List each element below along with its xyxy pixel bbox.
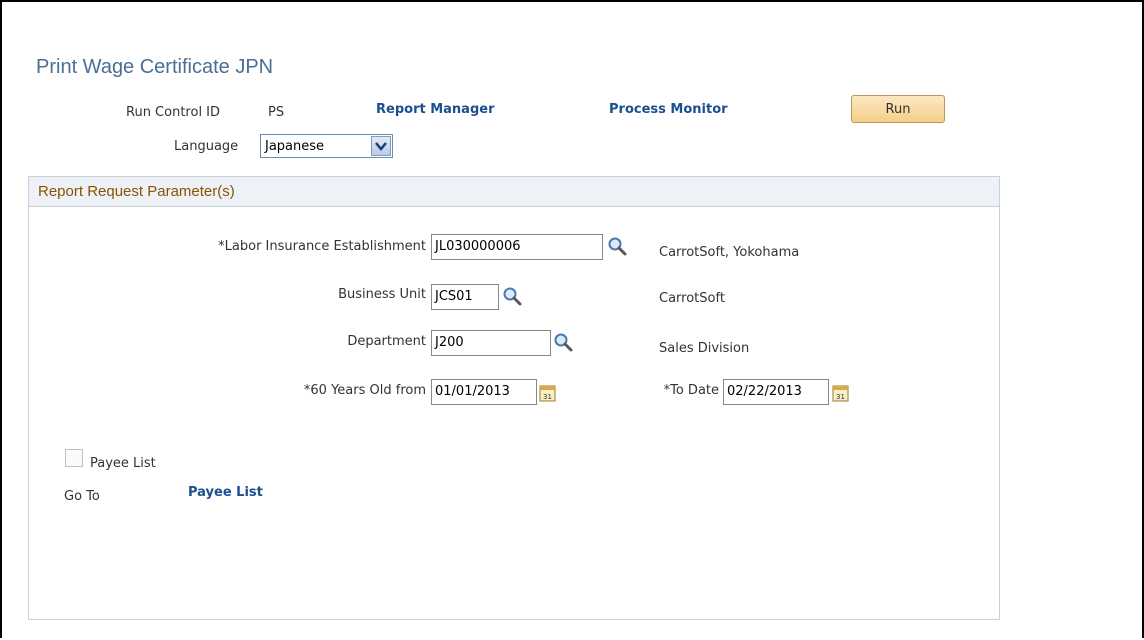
language-label: Language <box>174 139 239 154</box>
language-select[interactable]: Japanese <box>260 134 393 158</box>
payee-list-link[interactable]: Payee List <box>188 485 263 500</box>
to-date-input[interactable]: 02/22/2013 <box>723 379 829 405</box>
labor-insurance-label: *Labor Insurance Establishment <box>218 239 426 254</box>
run-control-value: PS <box>268 105 285 120</box>
go-to-label: Go To <box>64 489 100 504</box>
magnifier-icon[interactable] <box>607 236 629 258</box>
from-date-input[interactable]: 01/01/2013 <box>431 379 537 405</box>
magnifier-icon[interactable] <box>553 332 575 354</box>
payee-list-checkbox-label: Payee List <box>90 456 156 471</box>
business-unit-description: CarrotSoft <box>659 291 725 306</box>
svg-text:31: 31 <box>836 393 845 401</box>
panel-title: Report Request Parameter(s) <box>38 183 235 200</box>
language-select-value: Japanese <box>265 138 325 154</box>
run-button[interactable]: Run <box>851 95 945 123</box>
department-input[interactable]: J200 <box>431 330 551 356</box>
payee-list-checkbox[interactable] <box>65 449 83 467</box>
calendar-icon[interactable]: 31 <box>539 383 557 403</box>
svg-text:31: 31 <box>543 393 552 401</box>
process-monitor-link[interactable]: Process Monitor <box>609 102 728 117</box>
department-description: Sales Division <box>659 341 750 356</box>
labor-insurance-description: CarrotSoft, Yokohama <box>659 245 800 260</box>
labor-insurance-input[interactable]: JL030000006 <box>431 234 603 260</box>
calendar-icon[interactable]: 31 <box>832 383 850 403</box>
report-manager-link[interactable]: Report Manager <box>376 102 495 117</box>
chevron-down-icon[interactable] <box>371 136 391 156</box>
department-label: Department <box>347 334 426 349</box>
magnifier-icon[interactable] <box>502 286 524 308</box>
from-date-label: *60 Years Old from <box>303 383 426 398</box>
page-title: Print Wage Certificate JPN <box>36 56 274 78</box>
to-date-label: *To Date <box>663 383 719 398</box>
business-unit-input[interactable]: JCS01 <box>431 284 499 310</box>
run-control-label: Run Control ID <box>126 105 221 120</box>
business-unit-label: Business Unit <box>338 287 426 302</box>
